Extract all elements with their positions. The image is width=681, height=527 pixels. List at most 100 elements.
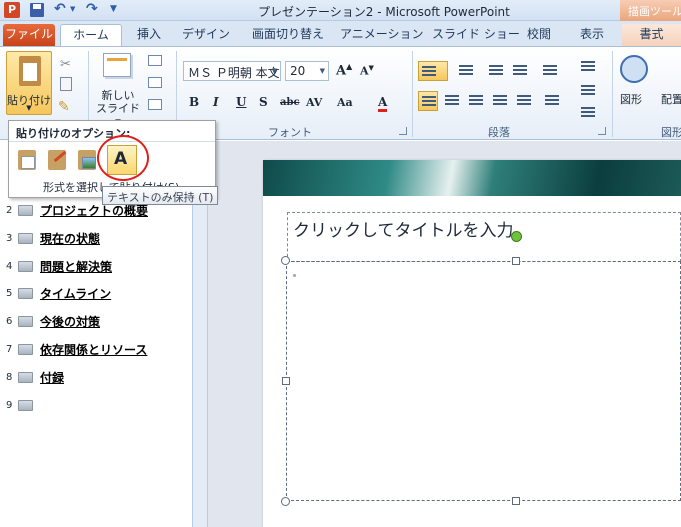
section-icon[interactable] [148, 99, 162, 110]
align-left-button[interactable] [418, 91, 438, 111]
numbering-icon [459, 65, 473, 77]
justify-button[interactable] [490, 91, 510, 111]
chevron-down-icon[interactable]: ▼ [272, 67, 277, 75]
bullets-icon [422, 66, 436, 78]
tab-home[interactable]: ホーム [60, 24, 122, 47]
decrease-indent-button[interactable] [486, 61, 506, 81]
font-dialog-launcher-icon[interactable] [399, 127, 407, 135]
slide-thumbnail-icon [18, 260, 33, 272]
resize-handle[interactable] [512, 497, 520, 505]
paragraph-dialog-launcher-icon[interactable] [598, 127, 606, 135]
resize-handle[interactable] [282, 377, 290, 385]
font-color-button[interactable]: A [378, 95, 388, 112]
paste-button[interactable]: 貼り付け ▼ [6, 51, 52, 115]
italic-button[interactable]: I [213, 95, 219, 109]
outline-title: 今後の対策 [40, 314, 101, 329]
font-group-label: フォント [268, 126, 312, 139]
customize-qat-icon[interactable]: ▼ [110, 4, 117, 14]
columns-button[interactable] [542, 91, 562, 111]
align-center-icon [445, 95, 459, 107]
rotation-handle[interactable] [511, 231, 522, 242]
columns-icon [545, 95, 559, 107]
tab-insert[interactable]: 挿入 [134, 24, 164, 46]
outline-slide-number: 9 [6, 399, 13, 411]
outline-item[interactable]: 6 今後の対策 [6, 311, 100, 331]
outline-item[interactable]: 5 タイムライン [6, 283, 111, 303]
outline-item[interactable]: 4 問題と解決策 [6, 256, 112, 276]
line-spacing-button[interactable] [540, 61, 560, 81]
outline-item[interactable]: 8 付録 [6, 367, 64, 387]
paste-use-destination-theme-button[interactable] [15, 148, 39, 172]
outline-title: 付録 [40, 370, 65, 385]
powerpoint-app-icon[interactable]: P [4, 2, 20, 18]
copy-icon[interactable] [60, 77, 72, 91]
outline-slide-number: 8 [6, 371, 13, 383]
convert-smartart-button[interactable] [578, 103, 598, 123]
change-case-button[interactable]: Aa [337, 96, 353, 109]
tab-animations[interactable]: アニメーション [340, 24, 424, 46]
increase-indent-button[interactable] [510, 61, 530, 81]
drawing-tools-context-label: 描画ツール [620, 0, 681, 21]
underline-button[interactable]: U [236, 95, 246, 109]
outline-title: 依存関係とリソース [40, 342, 148, 357]
tab-transitions[interactable]: 画面切り替え [248, 24, 328, 46]
arrange-button[interactable]: 配置 [661, 91, 681, 107]
strikethrough-button[interactable]: abc [280, 97, 300, 108]
align-left-icon [422, 96, 436, 108]
undo-icon[interactable]: ↶ [54, 1, 66, 17]
smartart-icon [581, 107, 595, 119]
outline-item[interactable]: 7 依存関係とリソース [6, 339, 147, 359]
undo-dropdown-arrow-icon[interactable]: ▼ [70, 5, 75, 13]
font-name-combobox[interactable]: ＭＳ Ｐ明朝 本文 ▼ [183, 61, 281, 81]
text-direction-button[interactable] [578, 57, 598, 77]
reset-icon[interactable] [148, 77, 162, 88]
text-direction-icon [581, 61, 595, 73]
bullets-button[interactable] [418, 61, 448, 81]
clipboard-icon [19, 56, 41, 86]
outline-slide-number: 2 [6, 204, 13, 216]
save-icon[interactable] [30, 3, 44, 17]
outline-item[interactable]: 3 現在の状態 [6, 228, 100, 248]
distributed-button[interactable] [514, 91, 534, 111]
align-text-button[interactable] [578, 81, 598, 101]
tab-design[interactable]: デザイン [180, 24, 232, 46]
new-slide-icon[interactable] [103, 53, 131, 77]
shapes-button[interactable]: 図形 [620, 91, 642, 107]
bold-button[interactable]: B [189, 95, 199, 109]
tab-format[interactable]: 書式 [622, 24, 681, 46]
outline-item[interactable]: 9 [6, 395, 40, 415]
grow-font-button[interactable]: A▲ [336, 61, 352, 78]
text-shadow-button[interactable]: S [259, 95, 268, 109]
numbering-button[interactable] [456, 61, 476, 81]
outline-title: 現在の状態 [40, 231, 101, 246]
layout-icon[interactable] [148, 55, 162, 66]
character-spacing-button[interactable]: AV [306, 96, 322, 109]
shapes-icon[interactable] [620, 55, 648, 83]
cut-icon[interactable]: ✂ [60, 57, 71, 72]
title-placeholder-prompt: クリックしてタイトルを入力 [293, 221, 514, 241]
paste-picture-button[interactable] [75, 148, 99, 172]
redo-icon[interactable]: ↷ [86, 1, 98, 17]
resize-handle[interactable] [281, 497, 290, 506]
align-right-button[interactable] [466, 91, 486, 111]
shrink-font-glyph: A [360, 64, 369, 78]
align-text-icon [581, 85, 595, 97]
tab-file[interactable]: ファイル [3, 24, 55, 46]
slide-thumbnail-icon [18, 343, 33, 355]
content-placeholder[interactable] [286, 261, 681, 501]
tab-view[interactable]: 表示 [576, 24, 608, 46]
format-painter-icon[interactable]: ✎ [58, 99, 70, 115]
paste-keep-source-formatting-button[interactable] [45, 148, 69, 172]
tab-review[interactable]: 校閲 [524, 24, 554, 46]
font-size-value: 20 [290, 64, 306, 78]
outline-slide-number: 3 [6, 232, 13, 244]
tab-slideshow[interactable]: スライド ショー [432, 24, 520, 46]
resize-handle[interactable] [281, 256, 290, 265]
font-size-combobox[interactable]: 20 ▼ [285, 61, 329, 81]
chevron-down-icon[interactable]: ▼ [320, 67, 325, 75]
resize-handle[interactable] [512, 257, 520, 265]
shrink-font-button[interactable]: A▼ [360, 63, 374, 78]
slide-thumbnail-icon [18, 315, 33, 327]
align-center-button[interactable] [442, 91, 462, 111]
window-title: プレゼンテーション2 - Microsoft PowerPoint [258, 5, 510, 19]
